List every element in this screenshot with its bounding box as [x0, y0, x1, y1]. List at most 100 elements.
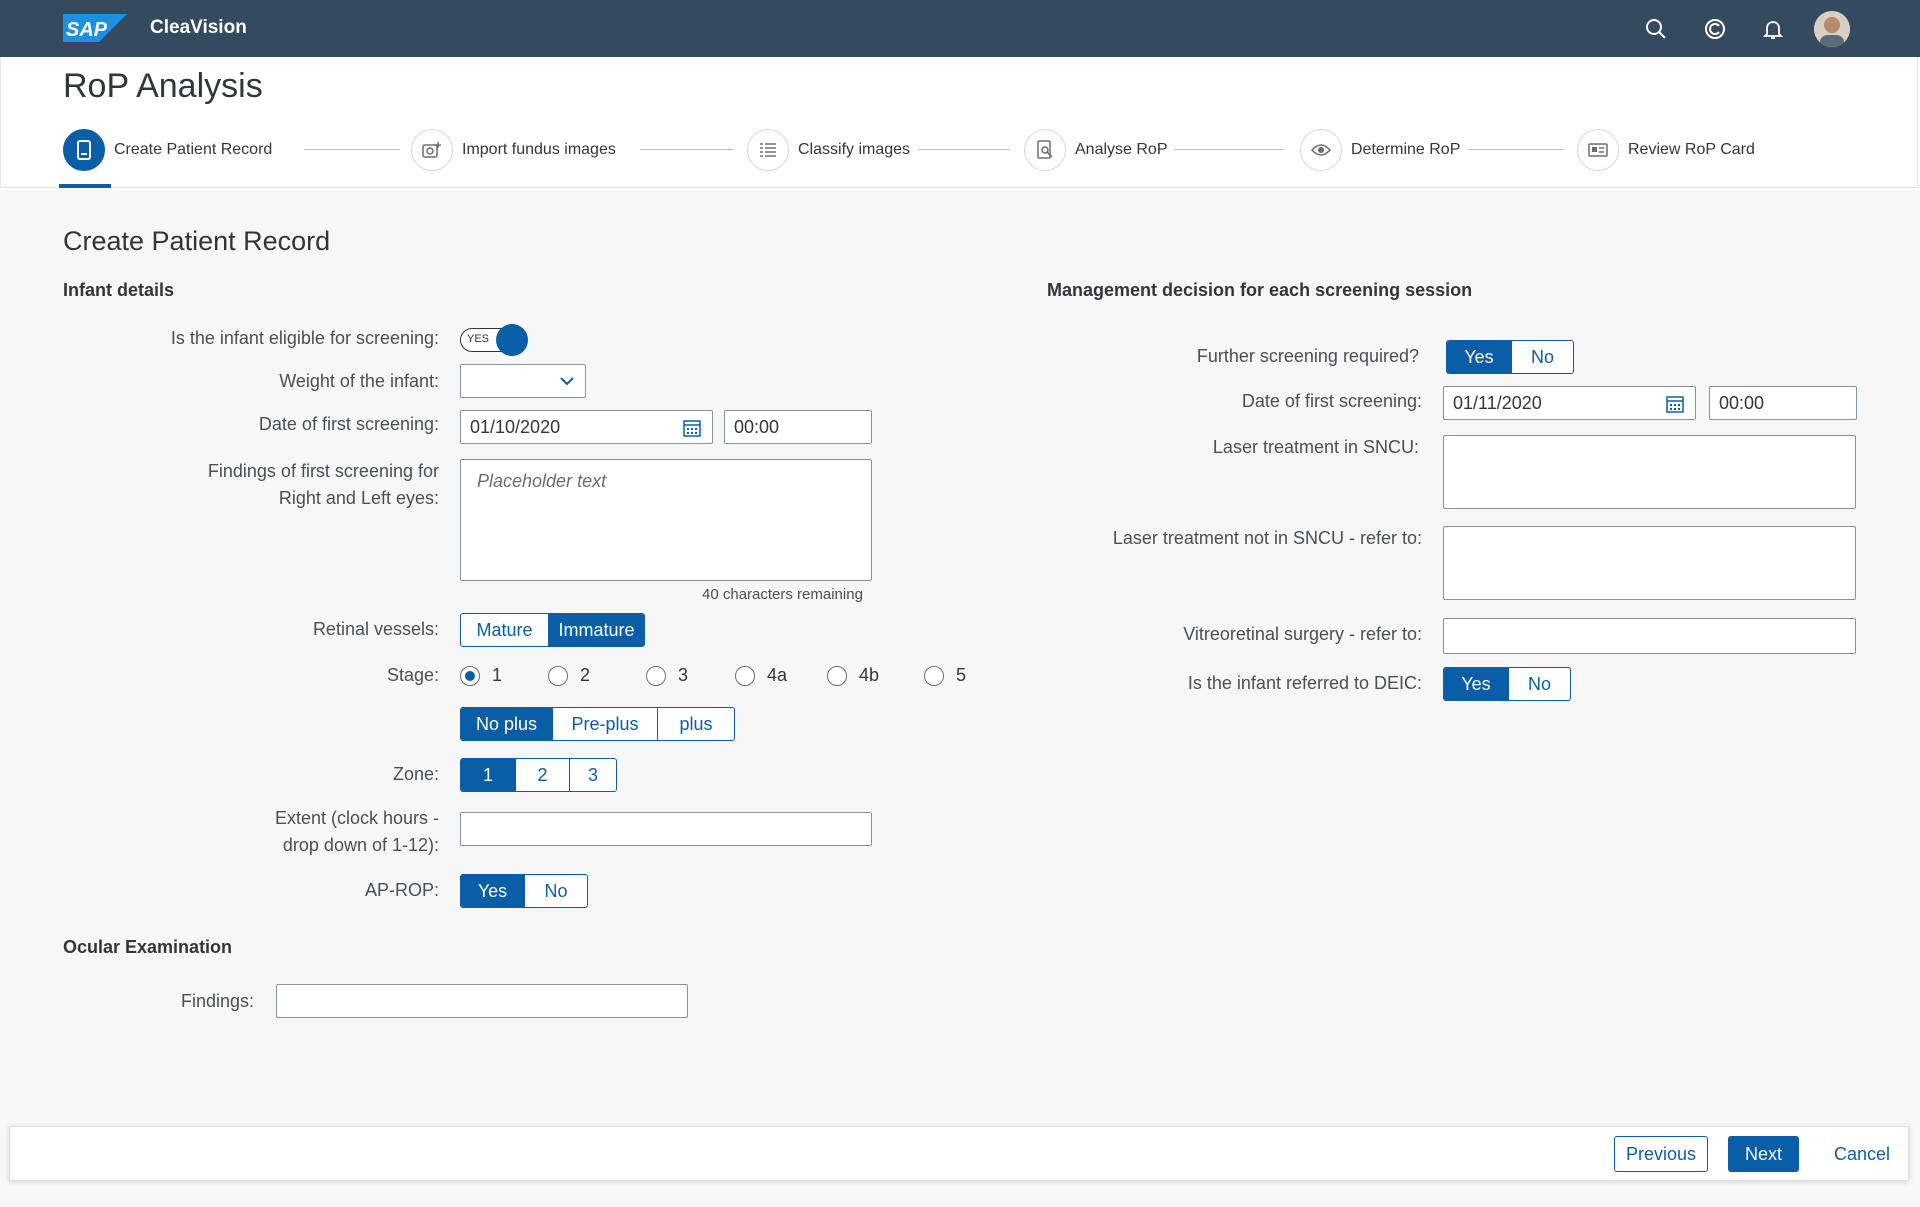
step-label: Determine RoP — [1351, 141, 1461, 158]
zone-option-3[interactable]: 3 — [570, 759, 616, 791]
extent-input[interactable] — [460, 812, 872, 846]
wizard-step-create-patient-record[interactable]: Create Patient Record — [63, 128, 272, 172]
user-avatar[interactable] — [1814, 11, 1850, 47]
zone-segmented[interactable]: 1 2 3 — [460, 758, 617, 792]
wizard-step-classify-images[interactable]: Classify images — [747, 128, 910, 172]
stage-radio-5[interactable]: 5 — [924, 665, 966, 686]
radio-label: 4a — [767, 665, 788, 685]
step-circle — [1577, 129, 1619, 171]
laser-sncu-label: Laser treatment in SNCU: — [1212, 437, 1419, 457]
mgmt-date-input[interactable]: 01/11/2020 — [1443, 386, 1696, 420]
active-step-indicator — [59, 184, 111, 188]
previous-button[interactable]: Previous — [1614, 1136, 1708, 1172]
weight-select[interactable] — [460, 364, 586, 398]
radio-circle — [735, 665, 755, 686]
findings-label-line2: Right and Left eyes: — [278, 488, 439, 508]
findings-textarea[interactable]: Placeholder text — [460, 459, 872, 581]
wizard-step-import-fundus-images[interactable]: Import fundus images — [411, 128, 616, 172]
footer-toolbar: Previous Next Cancel — [9, 1126, 1909, 1181]
chevron-down-icon — [560, 377, 574, 386]
ocular-findings-input[interactable] — [276, 984, 688, 1018]
stage-radio-2[interactable]: 2 — [548, 665, 590, 686]
step-connector — [1174, 149, 1284, 150]
inspect-icon — [1037, 140, 1053, 159]
laser-sncu-textarea[interactable] — [1443, 435, 1856, 509]
notification-bell-icon[interactable] — [1761, 17, 1785, 41]
next-button[interactable]: Next — [1728, 1136, 1799, 1172]
plus-option-pre-plus[interactable]: Pre-plus — [553, 708, 658, 740]
ocular-examination-title: Ocular Examination — [63, 937, 233, 957]
zone-option-2[interactable]: 2 — [516, 759, 570, 791]
ocular-findings-label: Findings: — [180, 991, 254, 1011]
step-label: Create Patient Record — [114, 141, 273, 158]
mgmt-time-input[interactable]: 00:00 — [1709, 386, 1857, 420]
copilot-icon[interactable] — [1703, 17, 1727, 41]
calendar-icon[interactable] — [1665, 394, 1685, 414]
switch-text: YES — [467, 333, 490, 345]
stage-radio-1[interactable]: 1 — [460, 665, 502, 686]
findings-placeholder: Placeholder text — [477, 471, 607, 491]
further-screening-segmented[interactable]: Yes No — [1446, 340, 1574, 374]
shell-bar: SAP CleaVision — [0, 0, 1920, 57]
radio-label: 3 — [678, 665, 689, 685]
eligible-label: Is the infant eligible for screening: — [170, 328, 439, 348]
aprop-no[interactable]: No — [525, 875, 587, 907]
page-title: RoP Analysis — [63, 67, 263, 105]
switch-knob — [496, 324, 528, 356]
aprop-segmented[interactable]: Yes No — [460, 874, 588, 908]
zone-label: Zone: — [392, 764, 439, 784]
aprop-yes[interactable]: Yes — [461, 875, 525, 907]
radio-circle — [924, 665, 944, 686]
retinal-vessels-label: Retinal vessels: — [312, 619, 439, 639]
stage-radio-4b[interactable]: 4b — [827, 665, 879, 686]
vitreoretinal-input[interactable] — [1443, 618, 1856, 654]
date-first-screening-input[interactable]: 01/10/2020 — [460, 410, 713, 444]
stage-label: Stage: — [386, 665, 439, 685]
deic-label: Is the infant referred to DEIC: — [1187, 673, 1422, 693]
retinal-vessels-segmented[interactable]: Mature Immature — [460, 613, 645, 647]
search-icon[interactable] — [1644, 17, 1668, 41]
calendar-icon[interactable] — [682, 418, 702, 438]
deic-yes[interactable]: Yes — [1444, 668, 1509, 700]
step-label: Classify images — [798, 141, 911, 158]
step-label: Analyse RoP — [1075, 141, 1168, 158]
retinal-vessels-mature[interactable]: Mature — [461, 614, 549, 646]
user-photo-icon — [1814, 11, 1850, 47]
id-card-icon — [1588, 143, 1608, 157]
eligible-switch[interactable]: YES — [460, 324, 528, 356]
app-title[interactable]: CleaVision — [150, 17, 247, 39]
time-first-screening-input[interactable]: 00:00 — [724, 410, 872, 444]
plus-option-no-plus[interactable]: No plus — [461, 708, 553, 740]
step-label: Review RoP Card — [1628, 141, 1755, 158]
laser-not-sncu-textarea[interactable] — [1443, 526, 1856, 600]
wizard-step-analyse-rop[interactable]: Analyse RoP — [1024, 128, 1168, 172]
wizard-step-review-rop-card[interactable]: Review RoP Card — [1577, 128, 1755, 172]
radio-circle — [460, 665, 480, 686]
stage-radio-4a[interactable]: 4a — [735, 665, 787, 686]
list-icon — [760, 143, 776, 157]
step-circle — [1024, 129, 1066, 171]
step-circle — [63, 129, 105, 171]
step-circle — [411, 129, 453, 171]
retinal-vessels-immature[interactable]: Immature — [549, 614, 644, 646]
svg-text:SAP: SAP — [66, 19, 108, 41]
mgmt-time-value: 00:00 — [1719, 392, 1765, 413]
radio-circle — [548, 665, 568, 686]
deic-segmented[interactable]: Yes No — [1443, 667, 1571, 701]
deic-no[interactable]: No — [1509, 668, 1570, 700]
radio-label: 5 — [956, 665, 967, 685]
further-screening-no[interactable]: No — [1512, 341, 1573, 373]
mgmt-date-label: Date of first screening: — [1241, 391, 1422, 411]
cancel-button[interactable]: Cancel — [1822, 1136, 1902, 1172]
wizard-step-determine-rop[interactable]: Determine RoP — [1300, 128, 1460, 172]
plus-segmented[interactable]: No plus Pre-plus plus — [460, 707, 735, 741]
stage-radio-3[interactable]: 3 — [646, 665, 688, 686]
eye-icon — [1311, 144, 1331, 156]
further-screening-yes[interactable]: Yes — [1447, 341, 1512, 373]
further-screening-label: Further screening required? — [1196, 346, 1419, 366]
zone-option-1[interactable]: 1 — [461, 759, 516, 791]
aprop-label: AP-ROP: — [364, 880, 439, 900]
extent-label-line1: Extent (clock hours - — [274, 808, 439, 828]
plus-option-plus[interactable]: plus — [658, 708, 734, 740]
time-value: 00:00 — [734, 416, 780, 437]
